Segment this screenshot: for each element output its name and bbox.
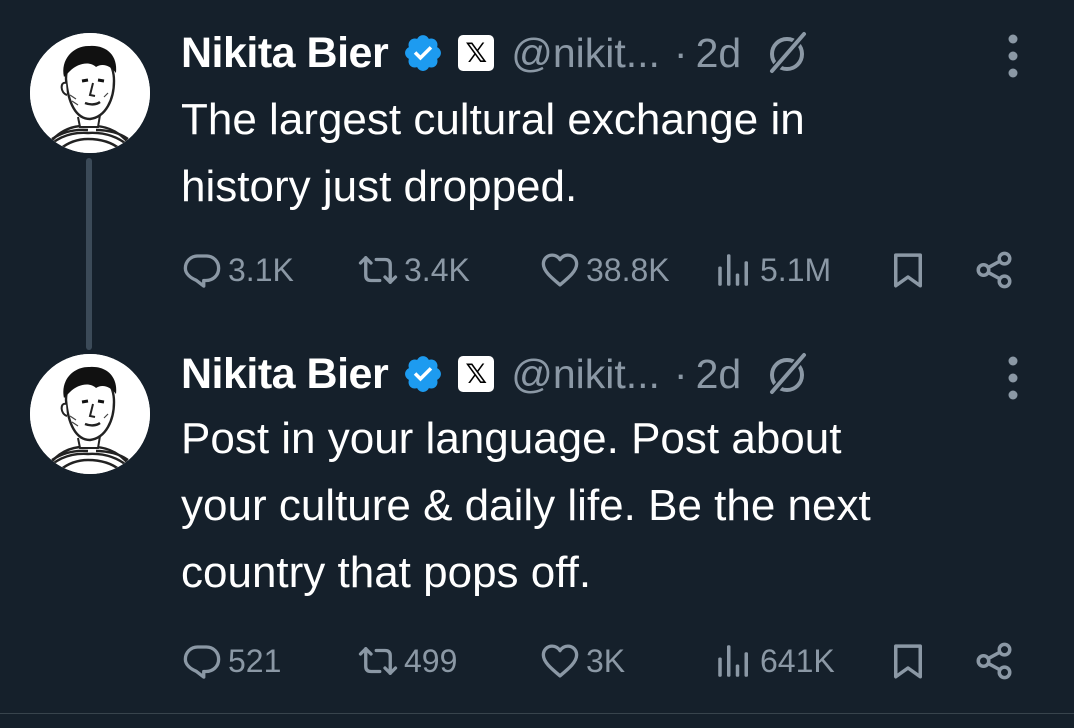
repost-count: 3.4K — [404, 251, 470, 288]
tweet-actions: 3.1K 3.4K 38.8K 5.1M — [181, 245, 1041, 295]
like-button[interactable]: 3K — [539, 636, 625, 686]
display-name[interactable]: Nikita Bier — [181, 350, 389, 399]
repost-count: 499 — [404, 642, 458, 679]
views-icon — [713, 249, 755, 291]
bookmark-icon — [887, 249, 929, 291]
share-icon — [973, 249, 1015, 291]
affiliation-x-logo-icon[interactable]: 𝕏 — [458, 35, 495, 71]
grok-icon[interactable] — [763, 29, 811, 77]
bookmark-button[interactable] — [887, 636, 929, 686]
repost-icon — [357, 640, 399, 682]
user-handle[interactable]: @nikit... — [511, 30, 660, 77]
repost-button[interactable]: 3.4K — [357, 245, 470, 295]
more-icon[interactable] — [1003, 355, 1023, 401]
display-name[interactable]: Nikita Bier — [181, 29, 389, 78]
verified-badge-icon[interactable] — [402, 32, 444, 74]
separator-dot: · — [673, 29, 688, 76]
tweet[interactable]: Nikita Bier 𝕏 @nikit... · 2d The largest… — [0, 0, 1074, 350]
repost-icon — [357, 249, 399, 291]
views-icon — [713, 640, 755, 682]
tweet-actions: 521 499 3K 641K — [181, 636, 1041, 686]
thread-connector-line — [86, 158, 92, 350]
reply-count: 3.1K — [228, 251, 294, 288]
heart-icon — [539, 640, 581, 682]
avatar[interactable] — [30, 33, 150, 153]
share-button[interactable] — [973, 245, 1015, 295]
avatar-image — [30, 354, 150, 474]
grok-icon[interactable] — [763, 350, 811, 398]
reply-count: 521 — [228, 642, 282, 679]
like-count: 38.8K — [586, 251, 670, 288]
reply-icon — [181, 249, 223, 291]
avatar[interactable] — [30, 354, 150, 474]
tweet-thread: Nikita Bier 𝕏 @nikit... · 2d The largest… — [0, 0, 1074, 728]
views-count: 5.1M — [760, 251, 832, 288]
affiliation-x-logo-icon[interactable]: 𝕏 — [458, 356, 495, 392]
share-button[interactable] — [973, 636, 1015, 686]
tweet-text: Post in your language. Post about your c… — [181, 414, 871, 597]
tweet-header: Nikita Bier 𝕏 @nikit... · 2d — [181, 346, 811, 402]
bookmark-button[interactable] — [887, 245, 929, 295]
reply-button[interactable]: 521 — [181, 636, 281, 686]
verified-badge-icon[interactable] — [402, 353, 444, 395]
timestamp[interactable]: 2d — [696, 351, 742, 398]
tweet-text: The largest cultural exchange in history… — [181, 95, 805, 211]
tweet-header: Nikita Bier 𝕏 @nikit... · 2d — [181, 25, 811, 81]
user-handle[interactable]: @nikit... — [511, 351, 660, 398]
tweet[interactable]: Nikita Bier 𝕏 @nikit... · 2d Post in you… — [0, 330, 1074, 715]
timestamp[interactable]: 2d — [696, 30, 742, 77]
separator-dot: · — [673, 350, 688, 397]
share-icon — [973, 640, 1015, 682]
repost-button[interactable]: 499 — [357, 636, 457, 686]
reply-icon — [181, 640, 223, 682]
bookmark-icon — [887, 640, 929, 682]
like-button[interactable]: 38.8K — [539, 245, 670, 295]
more-icon[interactable] — [1003, 33, 1023, 79]
views-button[interactable]: 641K — [713, 636, 835, 686]
heart-icon — [539, 249, 581, 291]
views-count: 641K — [760, 642, 835, 679]
views-button[interactable]: 5.1M — [713, 245, 831, 295]
divider — [0, 713, 1074, 714]
avatar-image — [30, 33, 150, 153]
reply-button[interactable]: 3.1K — [181, 245, 294, 295]
like-count: 3K — [586, 642, 626, 679]
